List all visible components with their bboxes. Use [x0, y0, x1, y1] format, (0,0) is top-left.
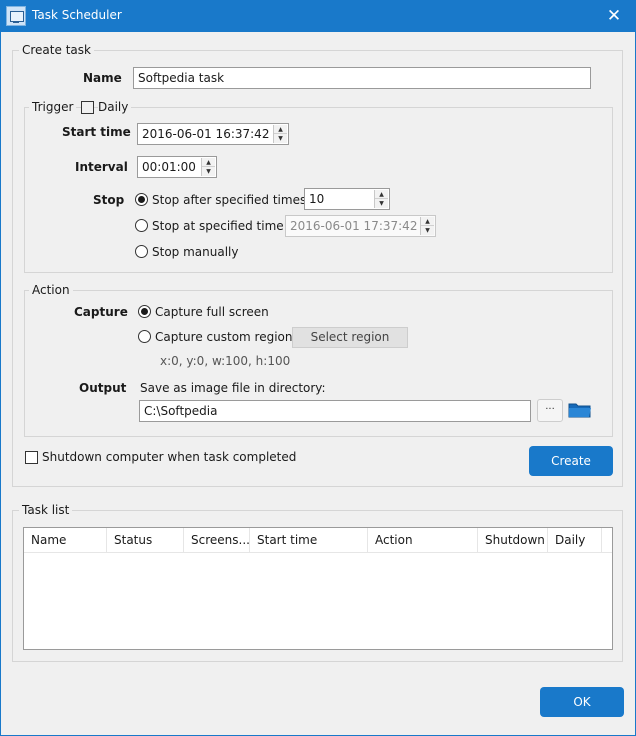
capture-custom-region-label[interactable]: Capture custom region [155, 330, 292, 344]
stop-manually-label[interactable]: Stop manually [152, 245, 238, 259]
spin-down-icon[interactable]: ▼ [202, 167, 215, 176]
task-list-header: Name Status Screens... Start time Action… [24, 528, 612, 553]
close-icon[interactable]: ✕ [602, 4, 626, 28]
column-header-daily[interactable]: Daily [548, 528, 602, 553]
daily-checkbox[interactable] [81, 101, 94, 114]
column-header-name[interactable]: Name [24, 528, 107, 553]
region-info: x:0, y:0, w:100, h:100 [160, 354, 291, 368]
name-input[interactable]: Softpedia task [133, 67, 591, 89]
stop-after-times-radio[interactable] [135, 193, 148, 206]
shutdown-label[interactable]: Shutdown computer when task completed [42, 450, 296, 464]
daily-label[interactable]: Daily [98, 100, 132, 114]
column-header-start-time[interactable]: Start time [250, 528, 368, 553]
stop-label: Stop [93, 193, 125, 207]
spin-up-icon[interactable]: ▲ [202, 158, 215, 167]
spin-up-icon: ▲ [421, 217, 434, 226]
create-button[interactable]: Create [529, 446, 613, 476]
stop-after-times-label[interactable]: Stop after specified times: [152, 193, 310, 207]
trigger-legend: Trigger [29, 100, 77, 114]
task-scheduler-icon [6, 6, 26, 26]
capture-full-screen-label[interactable]: Capture full screen [155, 305, 269, 319]
browse-button[interactable]: ··· [537, 399, 563, 422]
start-time-spinner[interactable]: ▲ ▼ [273, 125, 287, 143]
interval-input[interactable]: 00:01:00 ▲ ▼ [137, 156, 217, 178]
spin-down-icon: ▼ [421, 226, 434, 235]
start-time-label: Start time [62, 125, 131, 139]
spin-down-icon[interactable]: ▼ [274, 134, 287, 143]
spin-down-icon[interactable]: ▼ [375, 199, 388, 208]
stop-times-input[interactable]: 10 ▲ ▼ [304, 188, 390, 210]
interval-value: 00:01:00 [142, 160, 196, 174]
interval-spinner[interactable]: ▲ ▼ [201, 158, 215, 176]
column-header-screenshots[interactable]: Screens... [184, 528, 250, 553]
interval-label: Interval [75, 160, 128, 174]
spin-up-icon[interactable]: ▲ [375, 190, 388, 199]
column-header-shutdown[interactable]: Shutdown [478, 528, 548, 553]
stop-at-time-label[interactable]: Stop at specified time: [152, 219, 288, 233]
capture-label: Capture [74, 305, 128, 319]
start-time-value: 2016-06-01 16:37:42 [142, 127, 270, 141]
title-bar: Task Scheduler ✕ [0, 0, 636, 32]
stop-at-time-radio[interactable] [135, 219, 148, 232]
column-header-status[interactable]: Status [107, 528, 184, 553]
stop-times-value: 10 [309, 192, 325, 206]
select-region-button[interactable]: Select region [292, 327, 408, 348]
shutdown-checkbox[interactable] [25, 451, 38, 464]
capture-full-screen-radio[interactable] [138, 305, 151, 318]
action-legend: Action [29, 283, 73, 297]
column-header-action[interactable]: Action [368, 528, 478, 553]
spin-up-icon[interactable]: ▲ [274, 125, 287, 134]
stop-times-spinner[interactable]: ▲ ▼ [374, 190, 388, 208]
stop-time-spinner: ▲ ▼ [420, 217, 434, 235]
ok-button[interactable]: OK [540, 687, 624, 717]
output-description: Save as image file in directory: [140, 381, 326, 395]
output-directory-input[interactable]: C:\Softpedia [139, 400, 531, 422]
folder-icon[interactable] [568, 402, 592, 418]
output-label: Output [79, 381, 127, 395]
stop-time-value: 2016-06-01 17:37:42 [290, 219, 418, 233]
create-task-legend: Create task [19, 43, 94, 57]
name-label: Name [83, 71, 122, 85]
task-list-legend: Task list [19, 503, 73, 517]
task-list-table[interactable]: Name Status Screens... Start time Action… [23, 527, 613, 650]
window-title: Task Scheduler [32, 8, 122, 22]
stop-manually-radio[interactable] [135, 245, 148, 258]
capture-custom-region-radio[interactable] [138, 330, 151, 343]
start-time-input[interactable]: 2016-06-01 16:37:42 ▲ ▼ [137, 123, 289, 145]
stop-time-input: 2016-06-01 17:37:42 ▲ ▼ [285, 215, 436, 237]
